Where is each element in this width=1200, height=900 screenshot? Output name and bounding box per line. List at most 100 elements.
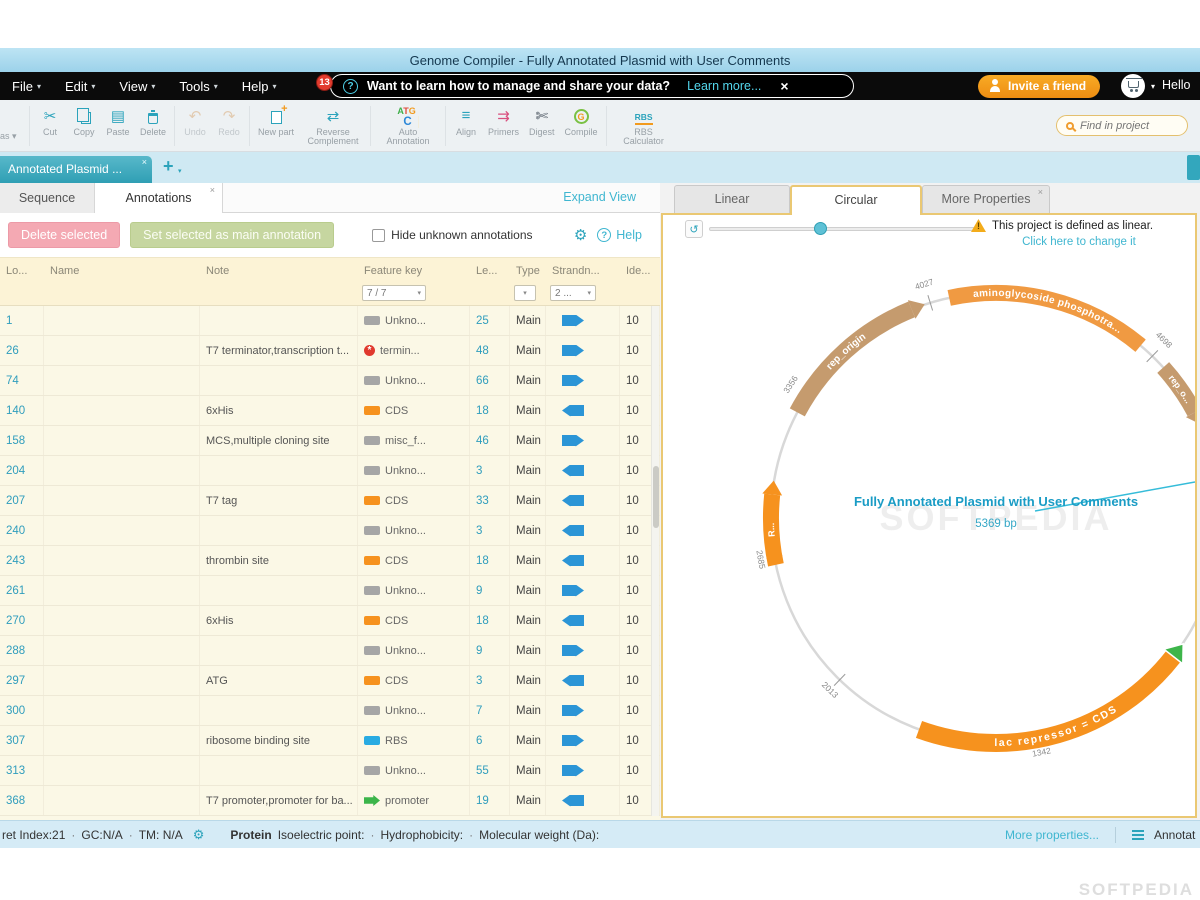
- row-length: 19: [470, 786, 510, 815]
- tabstrip-menu-button[interactable]: [1187, 155, 1200, 180]
- align-button[interactable]: ≡ Align: [449, 103, 483, 149]
- zoom-slider-thumb[interactable]: [814, 222, 827, 235]
- column-header-identity[interactable]: Ide...: [620, 265, 660, 277]
- invite-friend-button[interactable]: Invite a friend: [978, 75, 1100, 98]
- redo-button[interactable]: ↷ Redo: [212, 103, 246, 149]
- table-row[interactable]: 313 Unkno... 55 Main 10: [0, 756, 660, 786]
- table-row[interactable]: 74 Unkno... 66 Main 10: [0, 366, 660, 396]
- new-part-button[interactable]: New part: [253, 103, 299, 149]
- user-greeting[interactable]: Hello: [1162, 78, 1191, 92]
- tab-more-properties[interactable]: More Properties ×: [922, 185, 1050, 213]
- column-header-feature-key[interactable]: Feature key: [358, 265, 470, 277]
- menu-tools[interactable]: Tools▾: [167, 72, 229, 100]
- delete-button[interactable]: Delete: [135, 103, 171, 149]
- zoom-slider[interactable]: [709, 227, 981, 231]
- menu-view[interactable]: View▾: [107, 72, 167, 100]
- table-scrollbar[interactable]: [651, 306, 659, 816]
- project-tabstrip: Annotated Plasmid ... × + ▾: [0, 152, 1200, 183]
- set-main-annotation-button[interactable]: Set selected as main annotation: [130, 222, 334, 248]
- strand-filter[interactable]: 2 ...▾: [550, 285, 596, 301]
- table-row[interactable]: 288 Unkno... 9 Main 10: [0, 636, 660, 666]
- table-row[interactable]: 270 6xHis CDS 18 Main 10: [0, 606, 660, 636]
- table-row[interactable]: 204 Unkno... 3 Main 10: [0, 456, 660, 486]
- delete-selected-button[interactable]: Delete selected: [8, 222, 120, 248]
- project-tab[interactable]: Annotated Plasmid ... ×: [0, 156, 152, 183]
- feature-key-filter[interactable]: 7 / 7▾: [362, 285, 426, 301]
- table-row[interactable]: 300 Unkno... 7 Main 10: [0, 696, 660, 726]
- feature-key-icon: [364, 766, 380, 775]
- paste-button[interactable]: ▤ Paste: [101, 103, 135, 149]
- table-row[interactable]: 261 Unkno... 9 Main 10: [0, 576, 660, 606]
- column-header-name[interactable]: Name: [44, 265, 200, 277]
- table-row[interactable]: 240 Unkno... 3 Main 10: [0, 516, 660, 546]
- chevron-down-icon[interactable]: ▾: [1151, 82, 1155, 91]
- column-header-length[interactable]: Le...: [470, 265, 510, 277]
- column-header-note[interactable]: Note: [200, 265, 358, 277]
- feature-arc-lac-repressor[interactable]: [919, 657, 1173, 743]
- banner-close-icon[interactable]: ×: [780, 78, 788, 94]
- table-row[interactable]: 243 thrombin site CDS 18 Main 10: [0, 546, 660, 576]
- rbs-calculator-button[interactable]: RBS RBS Calculator: [610, 103, 678, 149]
- gear-icon[interactable]: ⚙: [574, 226, 587, 244]
- row-feature-key: termin...: [358, 336, 470, 365]
- chevron-down-icon[interactable]: ▾: [178, 167, 182, 175]
- cart-button[interactable]: [1121, 74, 1145, 98]
- scrollbar-thumb[interactable]: [653, 466, 659, 528]
- row-strand: [546, 336, 620, 365]
- left-panel-tabs: Sequence Annotations × Expand View: [0, 183, 660, 213]
- annotations-panel-button[interactable]: Annotat: [1154, 828, 1200, 842]
- strand-arrow-icon: [562, 315, 584, 327]
- tab-annotations[interactable]: Annotations ×: [95, 183, 223, 213]
- tab-circular[interactable]: Circular: [790, 185, 922, 215]
- reverse-complement-button[interactable]: ⇄ Reverse Complement: [299, 103, 367, 149]
- table-row[interactable]: 26 T7 terminator,transcription t... term…: [0, 336, 660, 366]
- gear-icon[interactable]: ⚙: [193, 827, 205, 843]
- more-properties-link[interactable]: More properties...: [1005, 828, 1099, 842]
- undo-button[interactable]: ↶ Undo: [178, 103, 212, 149]
- expand-view-link[interactable]: Expand View: [563, 190, 636, 204]
- learn-more-link[interactable]: Learn more...: [687, 79, 761, 93]
- search-input[interactable]: [1080, 120, 1178, 132]
- close-icon[interactable]: ×: [142, 157, 147, 167]
- table-row[interactable]: 297 ATG CDS 3 Main 10: [0, 666, 660, 696]
- row-strand: [546, 606, 620, 635]
- close-icon[interactable]: ×: [1038, 188, 1043, 197]
- table-row[interactable]: 158 MCS,multiple cloning site misc_f... …: [0, 426, 660, 456]
- column-header-location[interactable]: Lo...: [0, 265, 44, 277]
- hide-unknown-checkbox[interactable]: [372, 229, 385, 242]
- find-in-project-search[interactable]: [1056, 115, 1188, 136]
- close-icon[interactable]: ×: [210, 186, 215, 195]
- menu-edit[interactable]: Edit▾: [53, 72, 107, 100]
- table-row[interactable]: 368 T7 promoter,promoter for ba... promo…: [0, 786, 660, 816]
- tab-linear[interactable]: Linear: [674, 185, 790, 213]
- table-row[interactable]: 307 ribosome binding site RBS 6 Main 10: [0, 726, 660, 756]
- copy-button[interactable]: Copy: [67, 103, 101, 149]
- feature-arc-rep-origin[interactable]: [797, 309, 911, 412]
- cut-button[interactable]: ✂ Cut: [33, 103, 67, 149]
- column-header-type[interactable]: Type: [510, 265, 546, 277]
- type-filter[interactable]: ▾: [514, 285, 536, 301]
- primers-button[interactable]: ⇉ Primers: [483, 103, 524, 149]
- auto-annotation-button[interactable]: ATGC Auto Annotation: [374, 103, 442, 149]
- row-strand: [546, 456, 620, 485]
- table-row[interactable]: 140 6xHis CDS 18 Main 10: [0, 396, 660, 426]
- change-linear-link[interactable]: Click here to change it: [971, 236, 1187, 248]
- row-name: [44, 336, 200, 365]
- zoom-reset-button[interactable]: ↺: [685, 220, 703, 238]
- column-header-strand[interactable]: Strandn...: [546, 265, 620, 277]
- menu-file[interactable]: File▾: [0, 72, 53, 100]
- table-row[interactable]: 207 T7 tag CDS 33 Main 10: [0, 486, 660, 516]
- feature-key-icon: [364, 345, 375, 356]
- tab-sequence[interactable]: Sequence: [0, 183, 95, 213]
- digest-button[interactable]: ✄ Digest: [524, 103, 560, 149]
- strand-arrow-icon: [562, 765, 584, 777]
- toolbar-clipped-button[interactable]: as ▾: [0, 104, 26, 148]
- help-control[interactable]: ? Help: [597, 228, 642, 242]
- hide-unknown-control: Hide unknown annotations: [372, 228, 532, 242]
- menu-help[interactable]: Help▾: [230, 72, 289, 100]
- table-row[interactable]: 1 Unkno... 25 Main 10: [0, 306, 660, 336]
- add-tab-button[interactable]: +: [163, 156, 174, 177]
- row-strand: [546, 666, 620, 695]
- compile-button[interactable]: G Compile: [560, 103, 603, 149]
- row-feature-key: CDS: [358, 666, 470, 695]
